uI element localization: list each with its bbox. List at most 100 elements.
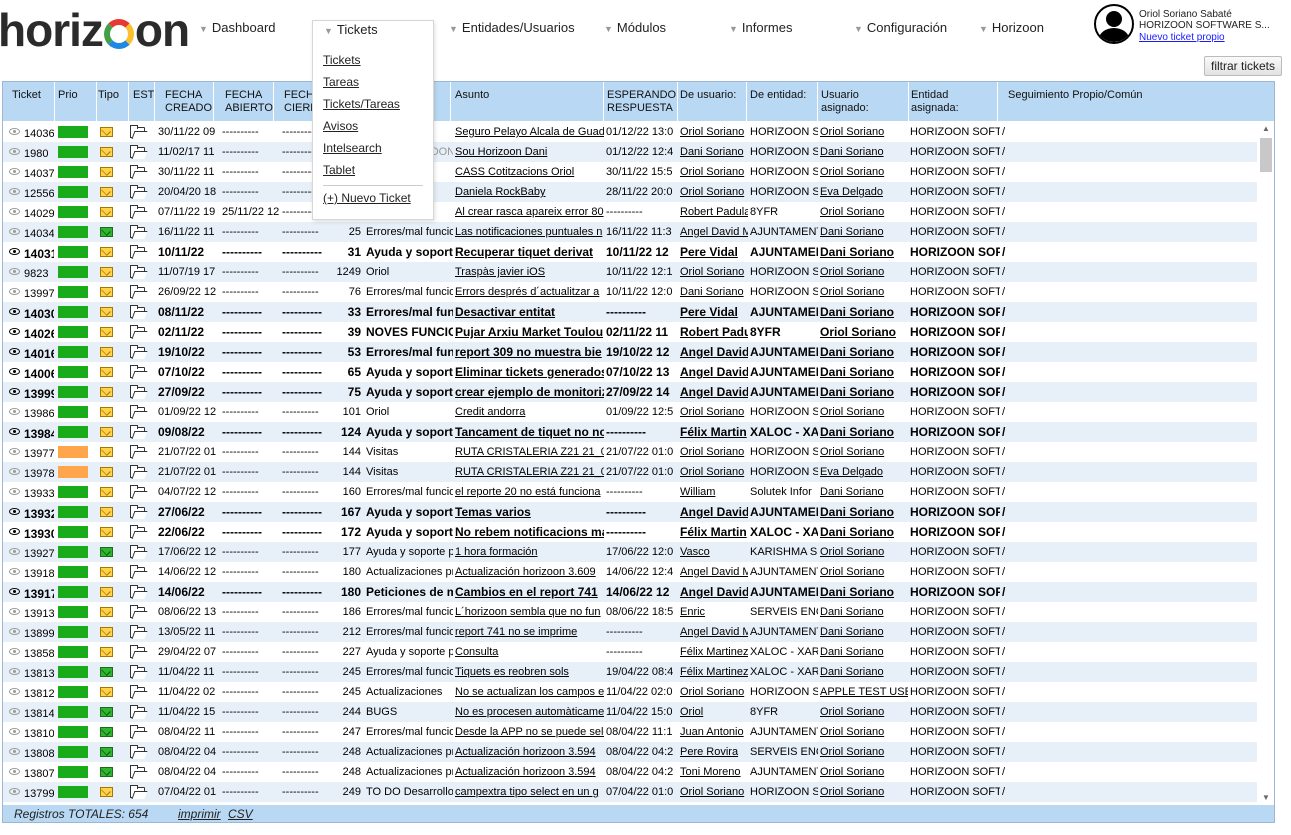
eye-icon[interactable] (9, 628, 20, 635)
table-row[interactable]: 1403730/11/22 11--------------------CLIE… (3, 162, 1257, 182)
eye-icon[interactable] (9, 348, 20, 355)
column-header[interactable]: FECHA CREADO (165, 89, 223, 115)
cell-usuario-asig[interactable]: Dani Soriano (820, 382, 908, 402)
column-separator[interactable] (273, 82, 274, 121)
table-row[interactable]: 13986 01/09/22 12 ---------- ---------- 101 O… (3, 402, 1257, 422)
cell-de-usuario[interactable]: Enric (680, 602, 748, 622)
cell-usuario-asig[interactable]: Oriol Soriano (820, 762, 908, 782)
nav-horizoon[interactable]: ▼ Horizoon (979, 20, 1044, 35)
cell-asunto[interactable]: CASS Cotitzacions Oriol (455, 162, 604, 182)
ticket-id[interactable]: 13918 (24, 564, 54, 584)
cell-asunto[interactable]: 1 hora formación (455, 542, 604, 562)
cell-asunto[interactable]: Temas varios (455, 502, 604, 522)
column-header[interactable]: EST (133, 89, 163, 102)
scroll-thumb[interactable] (1260, 138, 1272, 172)
cell-asunto[interactable]: Seguro Pelayo Alcala de Guada (455, 122, 604, 142)
eye-icon[interactable] (9, 768, 20, 775)
cell-usuario-asig[interactable]: Oriol Soriano (820, 402, 908, 422)
cell-usuario-asig[interactable]: Oriol Soriano (820, 542, 908, 562)
ticket-id[interactable]: 13930 (24, 524, 54, 544)
cell-usuario-asig[interactable]: Oriol Soriano (820, 742, 908, 762)
cell-asunto[interactable]: Daniela RockBaby (455, 182, 604, 202)
eye-icon[interactable] (9, 428, 20, 435)
cell-de-usuario[interactable]: Félix Martinez (680, 642, 748, 662)
column-header[interactable]: Usuario asignado: (821, 89, 909, 115)
eye-icon[interactable] (9, 248, 20, 255)
cell-de-usuario[interactable]: Angel David M (680, 622, 748, 642)
eye-icon[interactable] (9, 488, 20, 495)
eye-icon[interactable] (9, 648, 20, 655)
eye-icon[interactable] (9, 388, 20, 395)
table-row[interactable]: 13899 13/05/22 11 ---------- ---------- 212 E… (3, 622, 1257, 642)
table-row[interactable]: 13813 11/04/22 11 ---------- ---------- 245 E… (3, 662, 1257, 682)
ticket-id[interactable]: 13977 (24, 444, 54, 464)
ticket-id[interactable]: 13927 (24, 544, 54, 564)
cell-asunto[interactable]: Actualización horizoon 3.609 (455, 562, 604, 582)
table-row[interactable]: 13810 08/04/22 11 ---------- ---------- 247 E… (3, 722, 1257, 742)
cell-usuario-asig[interactable]: Eva Delgado (820, 462, 908, 482)
ticket-id[interactable]: 13858 (24, 644, 54, 664)
ticket-id[interactable]: 13899 (24, 624, 54, 644)
eye-icon[interactable] (9, 668, 20, 675)
table-row[interactable]: 13999 27/09/22 ---------- ---------- 75 Ayuda… (3, 382, 1257, 402)
ticket-id[interactable]: 14026 (24, 324, 54, 344)
cell-de-usuario[interactable]: Pere Vidal (680, 242, 748, 262)
ticket-id[interactable]: 13997 (24, 284, 54, 304)
cell-de-usuario[interactable]: Oriol (680, 702, 748, 722)
cell-usuario-asig[interactable]: Dani Soriano (820, 642, 908, 662)
eye-icon[interactable] (9, 228, 20, 235)
cell-usuario-asig[interactable]: Dani Soriano (820, 582, 908, 602)
eye-icon[interactable] (9, 408, 20, 415)
cell-usuario-asig[interactable]: Dani Soriano (820, 522, 908, 542)
ticket-id[interactable]: 1980 (24, 144, 54, 164)
column-separator[interactable] (450, 82, 451, 121)
cell-de-usuario[interactable]: Angel David (680, 362, 748, 382)
ticket-id[interactable]: 13807 (24, 764, 54, 784)
table-row[interactable]: 14034 16/11/22 11 ---------- ---------- 25 Er… (3, 222, 1257, 242)
ticket-id[interactable]: 13917 (24, 584, 54, 604)
cell-asunto[interactable]: Errors després d´actualitzar a (455, 282, 604, 302)
cell-asunto[interactable]: RUTA CRISTALERIA Z21 21_07 (455, 442, 604, 462)
table-row[interactable]: 13913 08/06/22 13 ---------- ---------- 186 E… (3, 602, 1257, 622)
cell-asunto[interactable]: report 309 no muestra bie (455, 342, 604, 362)
ticket-id[interactable]: 13978 (24, 464, 54, 484)
cell-usuario-asig[interactable]: Oriol Soriano (820, 122, 908, 142)
table-row[interactable]: 14026 02/11/22 ---------- ---------- 39 NOVES… (3, 322, 1257, 342)
cell-de-usuario[interactable]: Oriol Soriano (680, 682, 748, 702)
ticket-id[interactable]: 9823 (24, 264, 54, 284)
nav-modulos[interactable]: ▼ Módulos (604, 20, 666, 35)
column-header[interactable]: De usuario: (680, 89, 748, 102)
cell-usuario-asig[interactable]: Dani Soriano (820, 482, 908, 502)
cell-usuario-asig[interactable]: Oriol Soriano (820, 282, 908, 302)
table-row[interactable]: 13930 22/06/22 ---------- ---------- 172 Ayud… (3, 522, 1257, 542)
cell-usuario-asig[interactable]: Oriol Soriano (820, 202, 908, 222)
cell-de-usuario[interactable]: Oriol Soriano (680, 782, 748, 802)
table-row[interactable]: 14031 10/11/22 ---------- ---------- 31 Ayuda… (3, 242, 1257, 262)
cell-usuario-asig[interactable]: Dani Soriano (820, 622, 908, 642)
table-row[interactable]: 13977 21/07/22 01 ---------- ---------- 144 V… (3, 442, 1257, 462)
cell-de-usuario[interactable]: Toni Moreno (680, 762, 748, 782)
eye-icon[interactable] (9, 708, 20, 715)
cell-de-usuario[interactable]: Dani Soriano (680, 282, 748, 302)
cell-de-usuario[interactable]: Angel David (680, 502, 748, 522)
menu-item-tareas[interactable]: Tareas (323, 75, 359, 89)
eye-icon[interactable] (9, 448, 20, 455)
eye-icon[interactable] (9, 128, 20, 135)
cell-asunto[interactable]: report 741 no se imprime (455, 622, 604, 642)
column-separator[interactable] (746, 82, 747, 121)
cell-de-usuario[interactable]: Oriol Soriano (680, 182, 748, 202)
cell-usuario-asig[interactable]: Eva Delgado (820, 182, 908, 202)
menu-item-avisos[interactable]: Avisos (323, 119, 358, 133)
cell-asunto[interactable]: Las notificaciones puntuales n (455, 222, 604, 242)
ticket-id[interactable]: 13810 (24, 724, 54, 744)
cell-usuario-asig[interactable]: Oriol Soriano (820, 562, 908, 582)
eye-icon[interactable] (9, 288, 20, 295)
ticket-id[interactable]: 13799 (24, 784, 54, 804)
ticket-id[interactable]: 14029 (24, 204, 54, 224)
cell-de-usuario[interactable]: Angel David (680, 342, 748, 362)
cell-de-usuario[interactable]: William (680, 482, 748, 502)
ticket-id[interactable]: 13813 (24, 664, 54, 684)
cell-usuario-asig[interactable]: Dani Soriano (820, 302, 908, 322)
eye-icon[interactable] (9, 208, 20, 215)
ticket-id[interactable]: 14034 (24, 224, 54, 244)
